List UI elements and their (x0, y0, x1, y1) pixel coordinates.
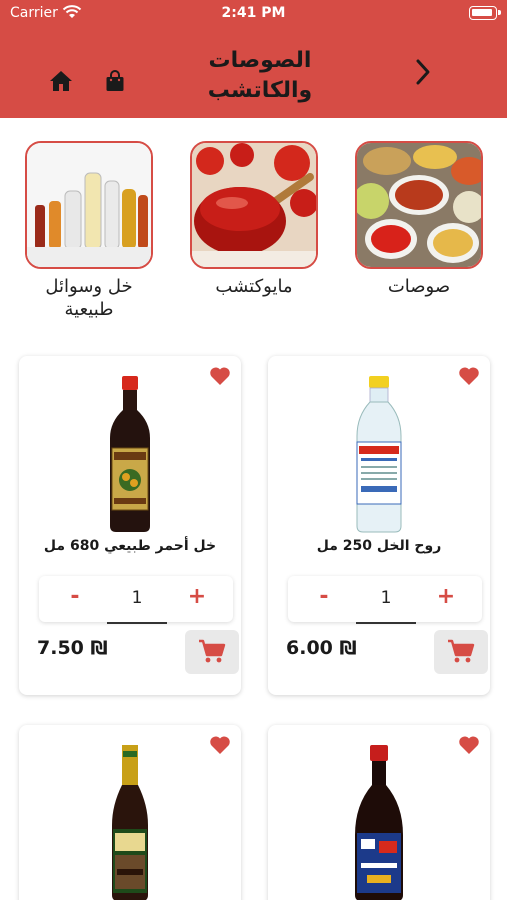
favorite-heart-icon[interactable] (458, 735, 480, 755)
battery-icon (469, 6, 501, 20)
product-name: خل أحمر طبيعي 680 مل (43, 538, 217, 554)
quantity-underline (356, 622, 416, 624)
add-to-cart-button[interactable] (434, 630, 488, 674)
category-mayo-ketchup-label: مايوكتشب (215, 276, 293, 297)
product-image (356, 376, 402, 533)
quantity-input[interactable]: 1 (107, 588, 167, 608)
category-vinegar-label: خل وسوائل طبيعية (45, 276, 133, 320)
status-time: 2:41 PM (221, 5, 286, 21)
chevron-right-icon (416, 59, 430, 85)
category-vinegar[interactable]: خل وسوائل طبيعية (25, 141, 153, 321)
product-card[interactable] (268, 725, 490, 900)
category-sauces[interactable]: صوصات (355, 141, 483, 298)
favorite-heart-icon[interactable] (458, 366, 480, 386)
favorite-heart-icon[interactable] (209, 366, 231, 386)
category-mayo-ketchup-image (190, 141, 318, 269)
product-price: 6.00 ₪ (286, 637, 357, 659)
product-image (112, 745, 148, 900)
quantity-stepper: - 1 + (288, 576, 482, 624)
quantity-underline (107, 622, 167, 624)
decrease-quantity-button[interactable]: - (65, 584, 85, 609)
increase-quantity-button[interactable]: + (187, 584, 207, 609)
product-price: 7.50 ₪ (37, 637, 108, 659)
product-image (110, 376, 150, 532)
product-card[interactable] (19, 725, 241, 900)
favorite-heart-icon[interactable] (209, 735, 231, 755)
shopping-bag-icon (106, 70, 124, 91)
cart-bag-button[interactable] (100, 66, 130, 96)
quantity-input[interactable]: 1 (356, 588, 416, 608)
product-name: روح الخل 250 مل (316, 538, 442, 554)
app-header: Carrier 2:41 PM الصوصات والكاتشب (0, 0, 507, 118)
increase-quantity-button[interactable]: + (436, 584, 456, 609)
home-button[interactable] (46, 66, 76, 96)
status-bar: Carrier 2:41 PM (0, 0, 507, 28)
cart-icon (448, 639, 475, 663)
cart-icon (199, 639, 226, 663)
page-title: الصوصات والكاتشب (170, 46, 350, 106)
product-card[interactable]: روح الخل 250 مل - 1 + 6.00 ₪ (268, 356, 490, 695)
add-to-cart-button[interactable] (185, 630, 239, 674)
decrease-quantity-button[interactable]: - (314, 584, 334, 609)
product-image (355, 745, 403, 900)
product-card[interactable]: خل أحمر طبيعي 680 مل - 1 + 7.50 ₪ (19, 356, 241, 695)
category-sauces-label: صوصات (387, 276, 451, 297)
category-vinegar-image (25, 141, 153, 269)
category-mayo-ketchup[interactable]: مايوكتشب (190, 141, 318, 298)
category-sauces-image (355, 141, 483, 269)
page-title-line-1: الصوصات (208, 48, 312, 73)
back-button[interactable] (405, 55, 441, 89)
home-icon (50, 71, 72, 91)
page-title-line-2: والكاتشب (207, 78, 313, 103)
quantity-stepper: - 1 + (39, 576, 233, 624)
